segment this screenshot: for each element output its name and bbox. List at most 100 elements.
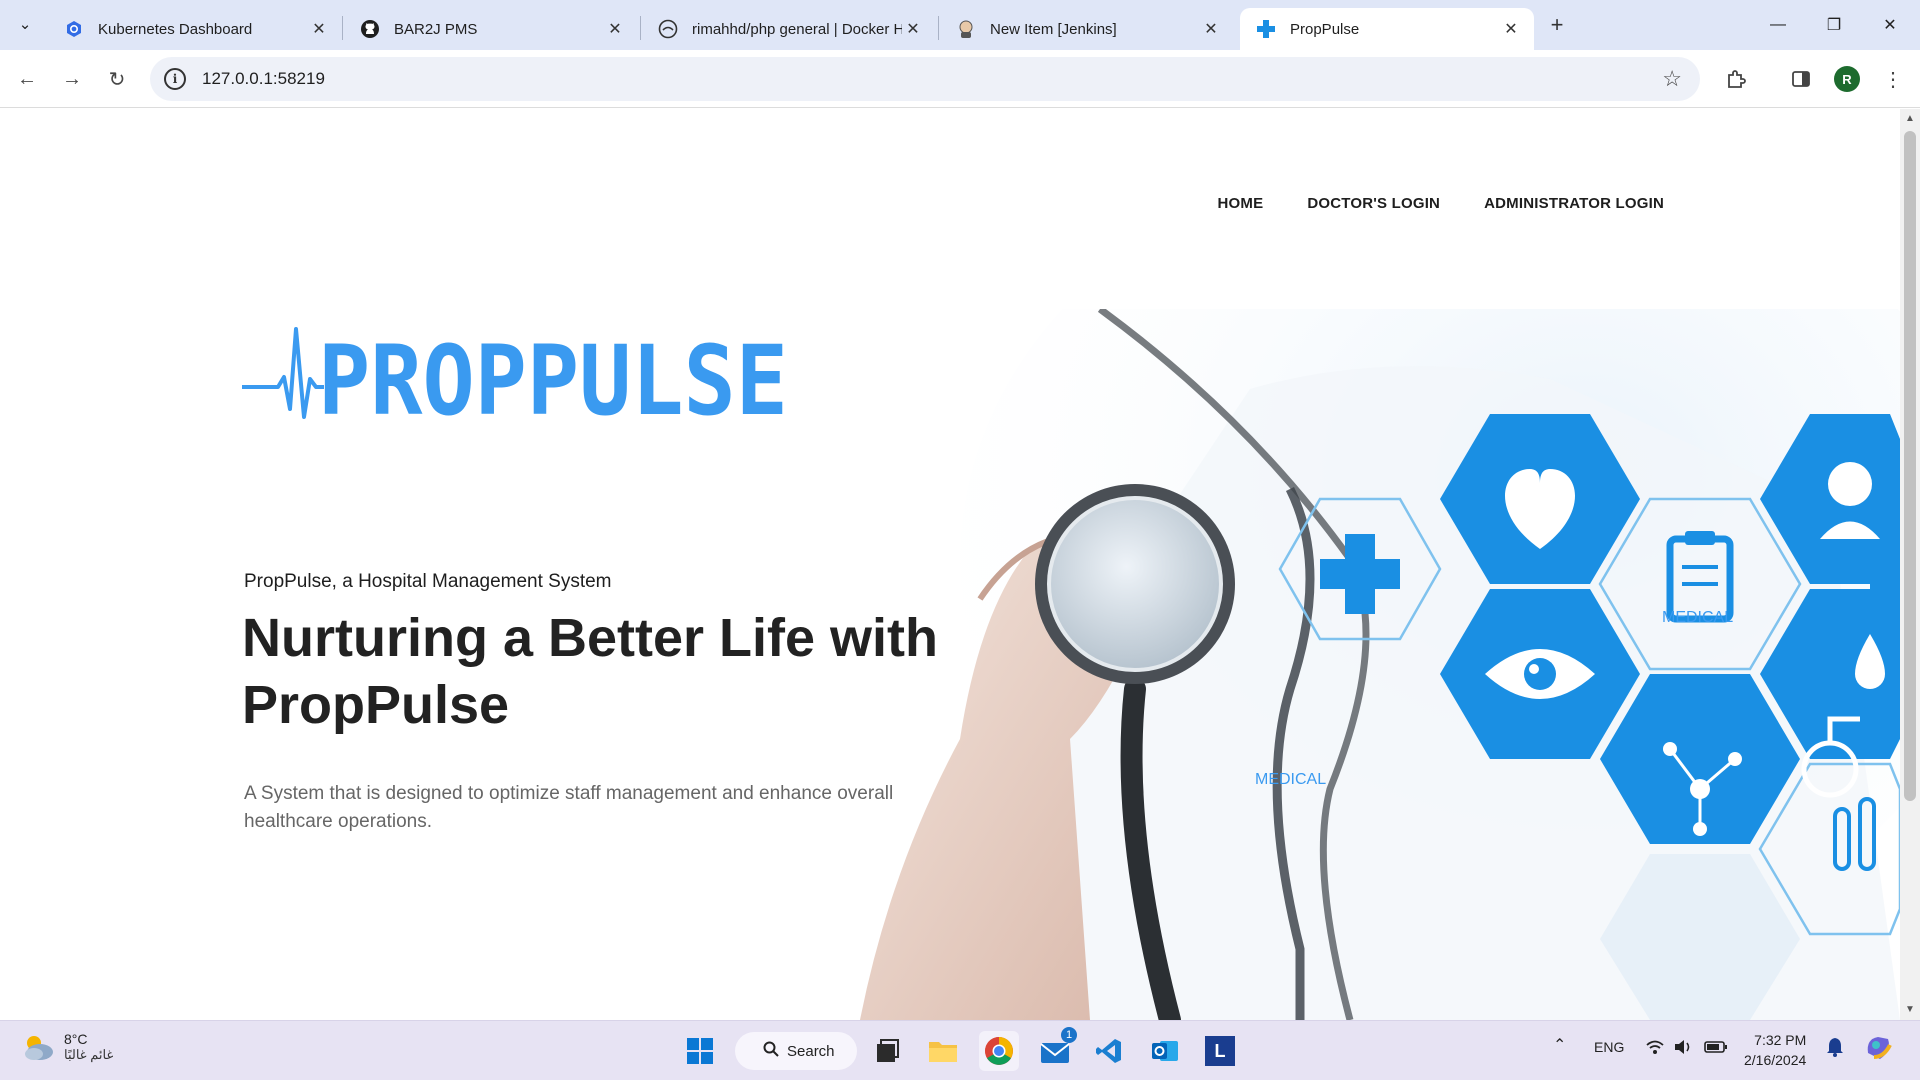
- restore-button[interactable]: ❐: [1806, 0, 1862, 50]
- tab-strip: ⌄ Kubernetes Dashboard ✕ BAR2J PMS ✕ rim…: [0, 0, 1920, 50]
- weather-condition: غائم غالبًا: [64, 1047, 114, 1062]
- app-l-icon: L: [1205, 1036, 1235, 1066]
- minimize-button[interactable]: —: [1750, 0, 1806, 50]
- tab-jenkins[interactable]: New Item [Jenkins] ✕: [940, 8, 1234, 50]
- page-scrollbar[interactable]: ▲ ▼: [1900, 109, 1920, 1020]
- taskbar-search[interactable]: Search: [735, 1032, 857, 1070]
- scroll-up-icon[interactable]: ▲: [1905, 113, 1915, 124]
- task-view-icon: [877, 1039, 899, 1062]
- plus-icon: +: [1550, 12, 1564, 37]
- reload-button[interactable]: ↻: [100, 62, 134, 96]
- side-panel-icon: [1792, 71, 1810, 87]
- url-text: 127.0.0.1:58219: [202, 69, 325, 88]
- file-explorer-button[interactable]: [923, 1031, 963, 1071]
- language-indicator[interactable]: ENG: [1594, 1039, 1624, 1055]
- close-icon[interactable]: ✕: [308, 18, 330, 40]
- bookmark-star-icon[interactable]: ☆: [1662, 66, 1682, 92]
- docker-icon: [658, 19, 678, 39]
- scrollbar-thumb[interactable]: [1904, 131, 1916, 801]
- system-clock[interactable]: 7:32 PM 2/16/2024: [1744, 1030, 1806, 1070]
- minimize-icon: —: [1770, 16, 1786, 33]
- vscode-button[interactable]: [1089, 1031, 1129, 1071]
- web-page: HOME DOCTOR'S LOGIN ADMINISTRATOR LOGIN …: [0, 109, 1900, 1020]
- weather-widget[interactable]: 8°C غائم غالبًا: [20, 1031, 113, 1063]
- tab-separator: [342, 16, 343, 40]
- side-panel-button[interactable]: [1786, 64, 1816, 94]
- tab-docker[interactable]: rimahhd/php general | Docker H ✕: [642, 8, 936, 50]
- browser-menu-button[interactable]: ⋮: [1878, 64, 1908, 94]
- close-window-button[interactable]: ✕: [1862, 0, 1918, 50]
- tab-separator: [640, 16, 641, 40]
- close-icon[interactable]: ✕: [1200, 18, 1222, 40]
- vscode-icon: [1096, 1039, 1121, 1063]
- new-tab-button[interactable]: +: [1544, 12, 1570, 38]
- extensions-button[interactable]: [1721, 64, 1751, 94]
- chevron-up-icon[interactable]: ⌃: [1553, 1035, 1566, 1055]
- tab-search-button[interactable]: ⌄: [10, 9, 40, 39]
- tab-title: rimahhd/php general | Docker H: [692, 20, 902, 38]
- clock-time: 7:32 PM: [1754, 1032, 1807, 1048]
- kubernetes-icon: [64, 19, 84, 39]
- back-button[interactable]: ←: [10, 62, 44, 96]
- outlook-icon: [1152, 1041, 1178, 1061]
- wifi-icon[interactable]: [1645, 1039, 1665, 1058]
- hero-tagline: PropPulse, a Hospital Management System: [244, 571, 612, 592]
- chevron-down-icon: ⌄: [18, 16, 32, 33]
- outlook-button[interactable]: [1145, 1031, 1185, 1071]
- mail-badge: 1: [1061, 1027, 1077, 1043]
- volume-icon[interactable]: [1673, 1039, 1693, 1058]
- scroll-down-icon[interactable]: ▼: [1905, 1004, 1915, 1015]
- puzzle-icon: [1728, 70, 1746, 88]
- tab-title: BAR2J PMS: [394, 20, 478, 38]
- clock-date: 2/16/2024: [1744, 1052, 1807, 1068]
- tab-kubernetes[interactable]: Kubernetes Dashboard ✕: [48, 8, 342, 50]
- forward-button[interactable]: →: [55, 62, 89, 96]
- close-icon[interactable]: ✕: [604, 18, 626, 40]
- reload-icon: ↻: [108, 68, 126, 91]
- profile-avatar[interactable]: R: [1834, 66, 1860, 92]
- weather-temperature: 8°C: [64, 1031, 88, 1047]
- chrome-icon: [985, 1037, 1013, 1065]
- partly-cloudy-icon: [25, 1036, 53, 1060]
- windows-taskbar: 8°C غائم غالبًا Search 1 L ⌃ ENG 7:32 PM…: [0, 1020, 1920, 1080]
- github-icon: [360, 19, 380, 39]
- tab-title: PropPulse: [1290, 20, 1360, 38]
- more-vertical-icon: ⋮: [1883, 68, 1903, 91]
- mail-button[interactable]: 1: [1035, 1027, 1077, 1071]
- browser-toolbar: ← → ↻ i 127.0.0.1:58219 ☆ R ⋮: [0, 50, 1920, 108]
- jenkins-icon: [956, 19, 976, 39]
- folder-icon: [929, 1042, 957, 1062]
- close-icon[interactable]: ✕: [1500, 18, 1522, 40]
- chrome-button[interactable]: [979, 1031, 1019, 1071]
- arrow-left-icon: ←: [17, 67, 37, 90]
- battery-icon[interactable]: [1704, 1039, 1728, 1058]
- doctor-stethoscope-illustration: MEDICAL MEDICAL: [860, 309, 1900, 1020]
- close-icon: ✕: [1883, 17, 1897, 34]
- notification-bell-icon[interactable]: [1826, 1037, 1844, 1060]
- address-bar[interactable]: i 127.0.0.1:58219 ☆: [150, 57, 1700, 101]
- nav-home-link[interactable]: HOME: [1218, 195, 1264, 212]
- site-info-icon[interactable]: i: [164, 68, 186, 90]
- nav-doctor-login-link[interactable]: DOCTOR'S LOGIN: [1307, 195, 1440, 212]
- tab-title: Kubernetes Dashboard: [98, 20, 253, 38]
- app-l-button[interactable]: L: [1200, 1031, 1240, 1071]
- arrow-right-icon: →: [62, 67, 82, 90]
- logo-text: PROPPULSE: [318, 325, 788, 437]
- task-view-button[interactable]: [867, 1031, 907, 1071]
- close-icon[interactable]: ✕: [902, 18, 924, 40]
- nav-admin-login-link[interactable]: ADMINISTRATOR LOGIN: [1484, 195, 1664, 212]
- tab-separator: [938, 16, 939, 40]
- medical-cross-icon: [1256, 19, 1276, 39]
- proppulse-logo: PROPPULSE: [242, 325, 788, 437]
- medical-label: MEDICAL: [1255, 771, 1326, 788]
- tab-proppulse[interactable]: PropPulse ✕: [1240, 8, 1534, 50]
- search-label: Search: [787, 1042, 835, 1060]
- site-nav: HOME DOCTOR'S LOGIN ADMINISTRATOR LOGIN: [1218, 195, 1664, 212]
- windows-logo-icon: [687, 1038, 713, 1064]
- restore-icon: ❐: [1826, 17, 1842, 34]
- search-icon: [763, 1041, 779, 1061]
- start-button[interactable]: [680, 1031, 720, 1071]
- tab-github[interactable]: BAR2J PMS ✕: [344, 8, 638, 50]
- copilot-icon[interactable]: [1864, 1033, 1894, 1066]
- tab-title: New Item [Jenkins]: [990, 20, 1117, 38]
